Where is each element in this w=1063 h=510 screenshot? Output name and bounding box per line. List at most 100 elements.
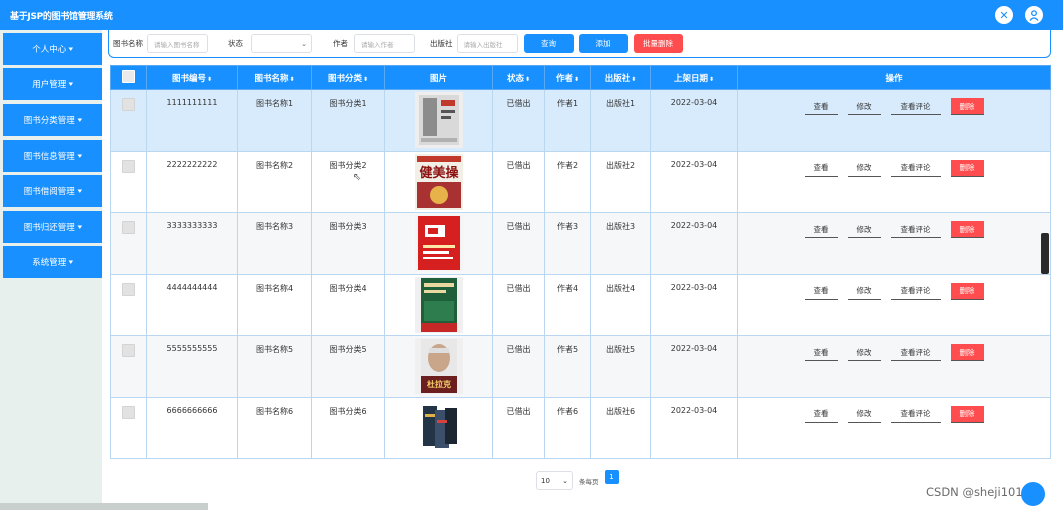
book-name-label: 图书名称 <box>113 39 143 48</box>
table-row[interactable]: 5555555555 图书名称5 图书分类5 杜拉克 已借出 作者5 出版社5 <box>110 335 1051 398</box>
edit-button[interactable]: 修改 <box>847 406 881 423</box>
column-header-name[interactable]: 图书名称⬍ <box>237 65 312 90</box>
author-input[interactable]: 请输入作者 <box>354 34 415 53</box>
column-header-author[interactable]: 作者⬍ <box>544 65 591 90</box>
sidebar-item-user-management[interactable]: 用户管理 ▾ <box>3 68 102 100</box>
book-cover-image[interactable]: 健美操 <box>414 153 463 210</box>
view-button[interactable]: 查看 <box>804 98 838 115</box>
sidebar-item-label: 图书归还管理 <box>23 223 75 233</box>
page-size-select[interactable]: 10 ⌄ <box>536 471 573 490</box>
scrollbar-thumb[interactable] <box>1041 233 1049 274</box>
sidebar-item-return-management[interactable]: 图书归还管理 ▾ <box>3 211 102 243</box>
status-select[interactable]: ⌄ <box>251 34 312 53</box>
view-comments-button[interactable]: 查看评论 <box>890 98 941 115</box>
view-comments-button[interactable]: 查看评论 <box>890 221 941 238</box>
row-checkbox[interactable] <box>122 405 135 419</box>
date-cell: 2022-03-04 <box>650 89 738 152</box>
sort-icon: ⬍ <box>362 75 369 83</box>
view-comments-button[interactable]: 查看评论 <box>890 160 941 177</box>
user-icon[interactable] <box>1025 6 1043 24</box>
actions-cell: 查看 修改 查看评论 删除 <box>737 273 1051 336</box>
row-checkbox[interactable] <box>122 221 135 234</box>
book-name-input[interactable]: 请输入图书名称 <box>147 34 208 53</box>
watermark: CSDN @sheji1015 <box>926 485 1030 499</box>
row-select-cell <box>110 335 147 398</box>
sidebar-item-personal-center[interactable]: 个人中心 ▾ <box>3 33 102 65</box>
table-row[interactable]: 3333333333 图书名称3 图书分类3 已借出 作者3 出版社3 2022… <box>110 212 1051 275</box>
sidebar-item-book-info-management[interactable]: 图书信息管理 ▾ <box>3 140 102 172</box>
book-cover-image[interactable] <box>414 92 463 148</box>
publisher-cell: 出版社4 <box>590 273 651 336</box>
row-checkbox[interactable] <box>122 344 135 357</box>
search-filter-bar: 图书名称 请输入图书名称 状态 ⌄ 作者 请输入作者 出版社 请输入出版社 查询… <box>108 30 1051 58</box>
edit-button[interactable]: 修改 <box>847 160 881 177</box>
sort-icon: ⬍ <box>631 75 637 83</box>
close-icon[interactable]: ✕ <box>995 6 1013 24</box>
floating-action-button[interactable] <box>1021 482 1045 506</box>
row-checkbox[interactable] <box>122 282 135 296</box>
book-cover-image[interactable]: 杜拉克 <box>414 338 463 394</box>
sidebar-item-borrow-management[interactable]: 图书借阅管理 ▾ <box>3 175 102 207</box>
batch-delete-button[interactable]: 批量删除 <box>633 34 683 53</box>
column-header-publisher[interactable]: 出版社⬍ <box>590 65 651 90</box>
view-button[interactable]: 查看 <box>804 160 838 177</box>
sidebar-item-label: 系统管理 <box>32 258 67 268</box>
book-cover-image[interactable] <box>414 215 463 271</box>
delete-button[interactable]: 删除 <box>950 221 984 238</box>
table-row[interactable]: 1111111111 图书名称1 图书分类1 已借出 作者1 出版社1 2022… <box>110 89 1051 152</box>
delete-button[interactable]: 删除 <box>950 282 984 300</box>
sort-icon: ⬍ <box>573 75 580 83</box>
actions-cell: 查看 修改 查看评论 删除 <box>737 335 1051 398</box>
row-select-cell <box>110 273 147 336</box>
row-checkbox[interactable] <box>122 98 135 111</box>
delete-button[interactable]: 删除 <box>950 405 984 423</box>
sidebar-item-label: 图书借阅管理 <box>23 187 75 197</box>
search-button[interactable]: 查询 <box>523 34 574 53</box>
view-comments-button[interactable]: 查看评论 <box>890 283 941 300</box>
delete-button[interactable]: 删除 <box>950 159 984 177</box>
column-header-status[interactable]: 状态⬍ <box>492 65 545 90</box>
book-table: 图书编号⬍ 图书名称⬍ 图书分类⬍ 图片 状态⬍ 作者⬍ 出版社⬍ 上架日期⬍ … <box>110 65 1051 459</box>
table-row[interactable]: 6666666666 图书名称6 图书分类6 已借出 作者6 出版社6 2022… <box>110 396 1051 459</box>
date-cell: 2022-03-04 <box>650 150 738 213</box>
column-header-id[interactable]: 图书编号⬍ <box>146 65 238 90</box>
book-category-cell: 图书分类6 <box>311 396 385 459</box>
add-button[interactable]: 添加 <box>578 34 628 53</box>
caret-down-icon: ▾ <box>77 116 82 124</box>
book-category-cell: 图书分类4 <box>311 273 385 336</box>
delete-button[interactable]: 删除 <box>950 344 984 361</box>
sort-icon: ⬍ <box>289 75 295 83</box>
edit-button[interactable]: 修改 <box>847 221 881 238</box>
table-row[interactable]: 4444444444 图书名称4 图书分类4 已借出 作者4 出版社4 2022… <box>110 273 1051 336</box>
author-cell: 作者1 <box>544 89 591 152</box>
sidebar-item-system-management[interactable]: 系统管理 ▾ <box>3 246 102 278</box>
book-cover-image[interactable] <box>414 276 463 333</box>
sidebar-item-category-management[interactable]: 图书分类管理 ▾ <box>3 104 102 136</box>
view-button[interactable]: 查看 <box>804 344 838 361</box>
column-header-date[interactable]: 上架日期⬍ <box>650 65 738 90</box>
view-button[interactable]: 查看 <box>804 221 838 238</box>
view-button[interactable]: 查看 <box>804 283 838 300</box>
edit-button[interactable]: 修改 <box>847 283 881 300</box>
view-comments-button[interactable]: 查看评论 <box>890 406 941 423</box>
view-comments-button[interactable]: 查看评论 <box>890 344 941 361</box>
caret-down-icon: ▾ <box>68 80 74 88</box>
select-all-checkbox[interactable] <box>122 69 135 83</box>
row-checkbox[interactable] <box>122 159 135 173</box>
delete-button[interactable]: 删除 <box>950 98 984 115</box>
page-number-button[interactable]: 1 <box>604 470 619 484</box>
sort-icon: ⬍ <box>524 75 531 83</box>
edit-button[interactable]: 修改 <box>847 98 881 115</box>
book-name-cell: 图书名称2 <box>237 150 312 213</box>
book-category-cell: 图书分类3 <box>311 212 385 275</box>
status-cell: 已借出 <box>492 273 545 336</box>
publisher-input[interactable]: 请输入出版社 <box>456 34 518 53</box>
view-button[interactable]: 查看 <box>804 406 838 423</box>
book-id-cell: 4444444444 <box>146 273 238 336</box>
book-cover-image[interactable] <box>414 399 463 456</box>
table-row[interactable]: 2222222222 图书名称2 图书分类2 ⇖ 健美操 已借出 作者2 出版社2… <box>110 150 1051 213</box>
column-header-category[interactable]: 图书分类⬍ <box>311 65 385 90</box>
sidebar-item-label: 图书分类管理 <box>23 116 75 126</box>
book-category-cell: 图书分类1 <box>311 89 385 152</box>
edit-button[interactable]: 修改 <box>847 344 881 361</box>
